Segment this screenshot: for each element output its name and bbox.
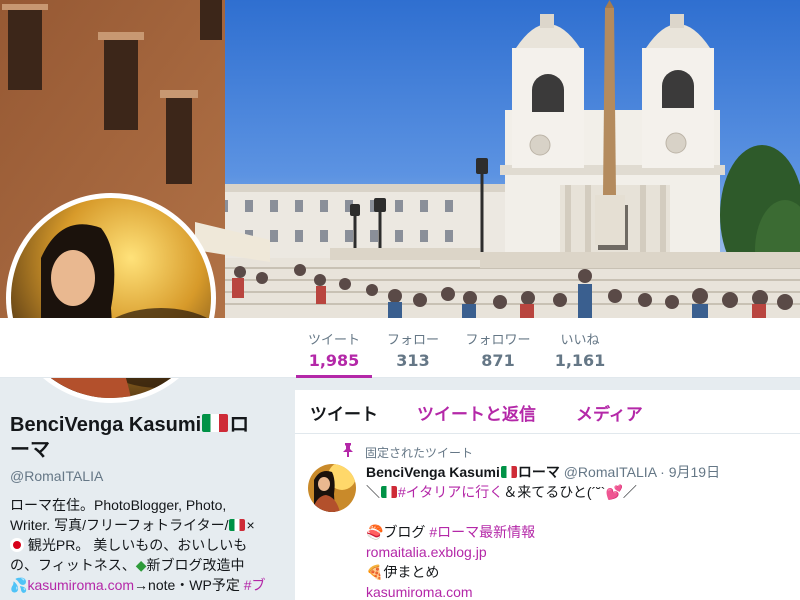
tweet-separator: · [660, 464, 665, 480]
tweet-hashtag-italy[interactable]: #イタリアに行く [398, 484, 503, 500]
profile-handle[interactable]: @RomaITALIA [10, 468, 280, 484]
tweet-author-handle[interactable]: @RomaITALIA [564, 464, 657, 480]
bio-line-2-times: × [246, 517, 255, 533]
tweet-site-link[interactable]: kasumiroma.com [366, 582, 786, 600]
italy-flag-icon [202, 414, 229, 432]
italy-flag-icon [381, 486, 397, 498]
stat-tweets-value: 1,985 [308, 351, 360, 370]
bio-website-link[interactable]: kasumiroma.com [27, 577, 134, 593]
stat-followers-value: 871 [481, 351, 515, 370]
tweet-hashtag-rome[interactable]: #ローマ最新情報 [429, 524, 535, 540]
pizza-icon: 🍕 [366, 564, 384, 580]
japan-flag-icon [10, 538, 24, 552]
bio-line-4b: 新ブログ改造中 [146, 557, 245, 573]
profile-name[interactable]: BenciVenga Kasumi ロ ーマ [10, 413, 280, 463]
stat-likes[interactable]: いいね 1,161 [552, 318, 608, 378]
tweet-line-1-close: ／ [622, 484, 637, 500]
timeline: ツイート ツイートと返信 メディア 固定されたツイート BenciVenga K… [295, 390, 800, 600]
tab-tweets-and-replies[interactable]: ツイートと返信 [417, 400, 536, 425]
tweet-author-name[interactable]: BenciVenga Kasumi [366, 464, 500, 480]
timeline-tabs: ツイート ツイートと返信 メディア [295, 390, 800, 434]
bio-line-5-text: →note・WP予定 [134, 577, 244, 593]
pinned-tweet[interactable]: 固定されたツイート BenciVenga Kasumi ローマ @RomaITAL… [295, 434, 800, 600]
profile-name-city-b: ーマ [10, 439, 50, 461]
tweet-date[interactable]: 9月19日 [669, 464, 720, 480]
tweet-line-1: ＼ #イタリアに行く＆来てるひと(´˘`💕／ [366, 482, 786, 502]
sushi-icon: 🍣 [366, 524, 384, 540]
profile-stats-bar: ツイート 1,985 フォロー 313 フォロワー 871 いいね 1,161 [0, 318, 800, 378]
stat-following[interactable]: フォロー 313 [383, 318, 443, 378]
bio-line-1: ローマ在住。PhotoBlogger, Photo, [10, 497, 227, 513]
stat-following-value: 313 [396, 351, 430, 370]
tweet-header: BenciVenga Kasumi ローマ @RomaITALIA · 9月19日 [366, 462, 720, 482]
tab-tweets[interactable]: ツイート [310, 400, 378, 425]
profile-card: BenciVenga Kasumi ロ ーマ @RomaITALIA ローマ在住。… [0, 378, 290, 600]
tweet-line-1-open: ＼ [366, 484, 380, 500]
tweet-author-suffix: ローマ [517, 464, 560, 480]
bio-line-2: Writer. 写真/フリーフォトライター/ [10, 517, 229, 533]
tab-media[interactable]: メディア [576, 400, 643, 425]
bio-line-4: の、フィットネス、 [10, 557, 136, 573]
stat-following-label: フォロー [386, 333, 439, 348]
tweet-blog-link[interactable]: romaitalia.exblog.jp [366, 542, 786, 562]
profile-name-text: BenciVenga Kasumi [10, 414, 202, 436]
pin-icon [343, 443, 353, 457]
stat-likes-label: いいね [560, 333, 600, 348]
stat-followers-label: フォロワー [465, 333, 531, 348]
tweet-line-5: 🍕伊まとめ [366, 562, 786, 582]
tweet-line-3-text: ブログ [383, 524, 430, 540]
stat-tweets-label: ツイート [307, 333, 360, 348]
stat-followers[interactable]: フォロワー 871 [462, 318, 534, 378]
bio-hashtag-link[interactable]: #ブ [244, 577, 266, 593]
bio-line-3: 観光PR。 美しいもの、おいしいも [27, 537, 248, 553]
tweet-avatar-photo [308, 464, 356, 512]
beginner-mark-icon: ◆ [135, 557, 147, 573]
tweet-line-3: 🍣ブログ #ローマ最新情報 [366, 522, 786, 542]
sweat-droplets-icon: 💦 [10, 577, 28, 593]
hearts-icon: 💕 [605, 484, 623, 500]
stat-tweets[interactable]: ツイート 1,985 [296, 318, 372, 378]
stat-likes-value: 1,161 [554, 351, 606, 370]
italy-flag-icon [229, 519, 246, 531]
profile-bio: ローマ在住。PhotoBlogger, Photo, Writer. 写真/フリ… [10, 495, 280, 595]
tweet-avatar[interactable] [308, 464, 356, 512]
tweet-line-1-text: ＆来てるひと(´˘` [503, 484, 606, 500]
italy-flag-icon [500, 466, 517, 478]
profile-name-city-a: ロ [229, 414, 250, 436]
tweet-body: ＼ #イタリアに行く＆来てるひと(´˘`💕／ 🍣ブログ #ローマ最新情報 roma… [366, 482, 786, 600]
pinned-tweet-label: 固定されたツイート [365, 446, 474, 460]
tweet-line-5-text: 伊まとめ [383, 564, 440, 580]
